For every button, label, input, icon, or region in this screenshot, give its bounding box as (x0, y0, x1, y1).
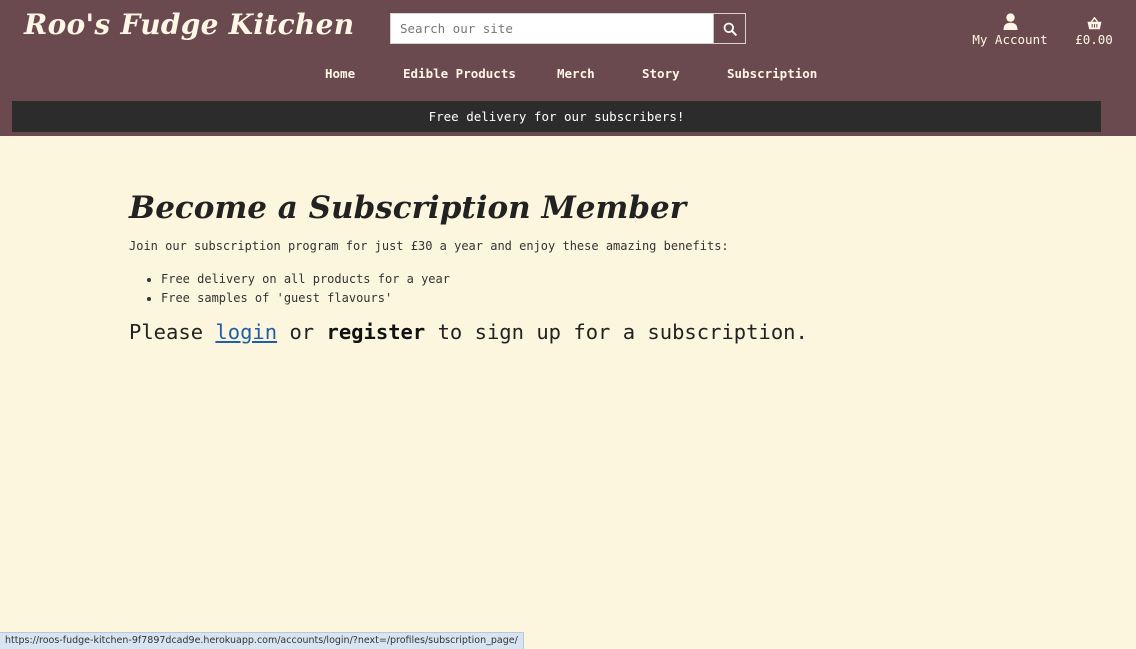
list-item: Free delivery on all products for a year (161, 270, 450, 289)
list-item: Free samples of 'guest flavours' (161, 289, 450, 308)
delivery-banner-text: Free delivery for our subscribers! (428, 109, 685, 124)
benefits-list: Free delivery on all products for a year… (129, 270, 450, 308)
nav-item-merch[interactable]: Merch (557, 66, 595, 81)
signup-middle: or (277, 320, 327, 344)
site-logo[interactable]: Roo's Fudge Kitchen (24, 8, 354, 41)
browser-status-bar: https://roos-fudge-kitchen-9f7897dcad9e.… (0, 632, 524, 649)
page-title: Become a Subscription Member (129, 190, 687, 226)
delivery-banner: Free delivery for our subscribers! (12, 101, 1101, 132)
nav-item-subscription[interactable]: Subscription (727, 66, 817, 81)
cart-total: £0.00 (1075, 32, 1113, 47)
signup-prompt: Please login or register to sign up for … (129, 320, 808, 344)
login-link[interactable]: login (215, 320, 277, 344)
main-nav: Home Edible Products Merch Story Subscri… (300, 66, 840, 86)
status-url: https://roos-fudge-kitchen-9f7897dcad9e.… (5, 635, 518, 646)
nav-item-story[interactable]: Story (642, 66, 680, 81)
user-icon (1003, 13, 1017, 30)
signup-suffix: to sign up for a subscription. (425, 320, 808, 344)
search-button[interactable] (713, 14, 745, 43)
search-form (390, 13, 746, 44)
intro-text: Join our subscription program for just £… (129, 239, 729, 253)
nav-item-edible-products[interactable]: Edible Products (403, 66, 516, 81)
nav-item-home[interactable]: Home (325, 66, 355, 81)
my-account-link[interactable]: My Account (968, 8, 1052, 47)
search-input[interactable] (391, 14, 713, 43)
cart-link[interactable]: £0.00 (1066, 8, 1122, 47)
my-account-label: My Account (972, 32, 1048, 47)
search-icon (723, 22, 737, 36)
basket-icon (1087, 17, 1101, 30)
register-link[interactable]: register (327, 320, 426, 344)
signup-prefix: Please (129, 320, 216, 344)
site-header: Roo's Fudge Kitchen My Account (0, 0, 1136, 136)
